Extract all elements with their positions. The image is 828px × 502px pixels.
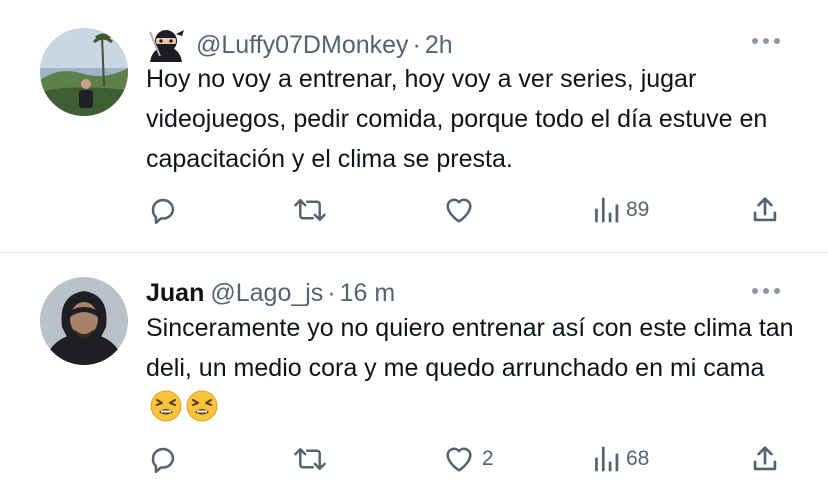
reply-icon (146, 193, 180, 227)
views-count: 89 (626, 198, 650, 221)
reply-icon (146, 442, 180, 476)
views-icon (592, 444, 620, 474)
heart-icon (442, 442, 476, 476)
tweet-text: Hoy no voy a entrenar, hoy voy a ver ser… (146, 65, 768, 173)
share-button[interactable] (748, 190, 782, 230)
like-button[interactable]: 2 (442, 439, 494, 479)
tweet-text: Sinceramente yo no quiero entrenar así c… (146, 308, 796, 434)
share-button[interactable] (748, 439, 782, 479)
tweet-card[interactable]: Juan @Lago_js · 16 m Sinceramente yo no … (0, 253, 828, 502)
tired-face-emoji (186, 390, 218, 434)
views-button[interactable]: 68 (592, 439, 649, 479)
views-count: 68 (626, 447, 650, 470)
like-count: 2 (482, 447, 494, 470)
tweet-timestamp[interactable]: 2h (425, 31, 453, 60)
avatar[interactable] (40, 277, 128, 365)
separator-dot: · (327, 278, 336, 307)
more-options-icon[interactable] (748, 281, 784, 301)
views-icon (592, 195, 620, 225)
share-icon (748, 442, 782, 476)
share-icon (748, 193, 782, 227)
tweet-card[interactable]: @Luffy07DMonkey · 2h Hoy no voy a entren… (0, 0, 828, 253)
display-name[interactable]: Juan (146, 279, 204, 308)
retweet-button[interactable] (292, 190, 328, 230)
tweet-actions: 2 68 (146, 439, 786, 479)
like-button[interactable] (442, 190, 476, 230)
retweet-button[interactable] (292, 439, 328, 479)
heart-icon (442, 193, 476, 227)
user-handle[interactable]: @Lago_js (210, 279, 323, 308)
tweet-text-content: Sinceramente yo no quiero entrenar así c… (146, 314, 794, 382)
more-options-icon[interactable] (748, 31, 784, 51)
tired-face-emoji (150, 390, 182, 434)
ninja-emoji (146, 28, 186, 62)
tweet-timestamp[interactable]: 16 m (340, 279, 396, 308)
views-button[interactable]: 89 (592, 190, 649, 230)
reply-button[interactable] (146, 190, 180, 230)
avatar[interactable] (40, 28, 128, 116)
retweet-icon (292, 193, 328, 227)
reply-button[interactable] (146, 439, 180, 479)
user-handle[interactable]: @Luffy07DMonkey (196, 31, 409, 60)
tweet-actions: 89 (146, 190, 786, 230)
separator-dot: · (412, 30, 421, 59)
retweet-icon (292, 442, 328, 476)
